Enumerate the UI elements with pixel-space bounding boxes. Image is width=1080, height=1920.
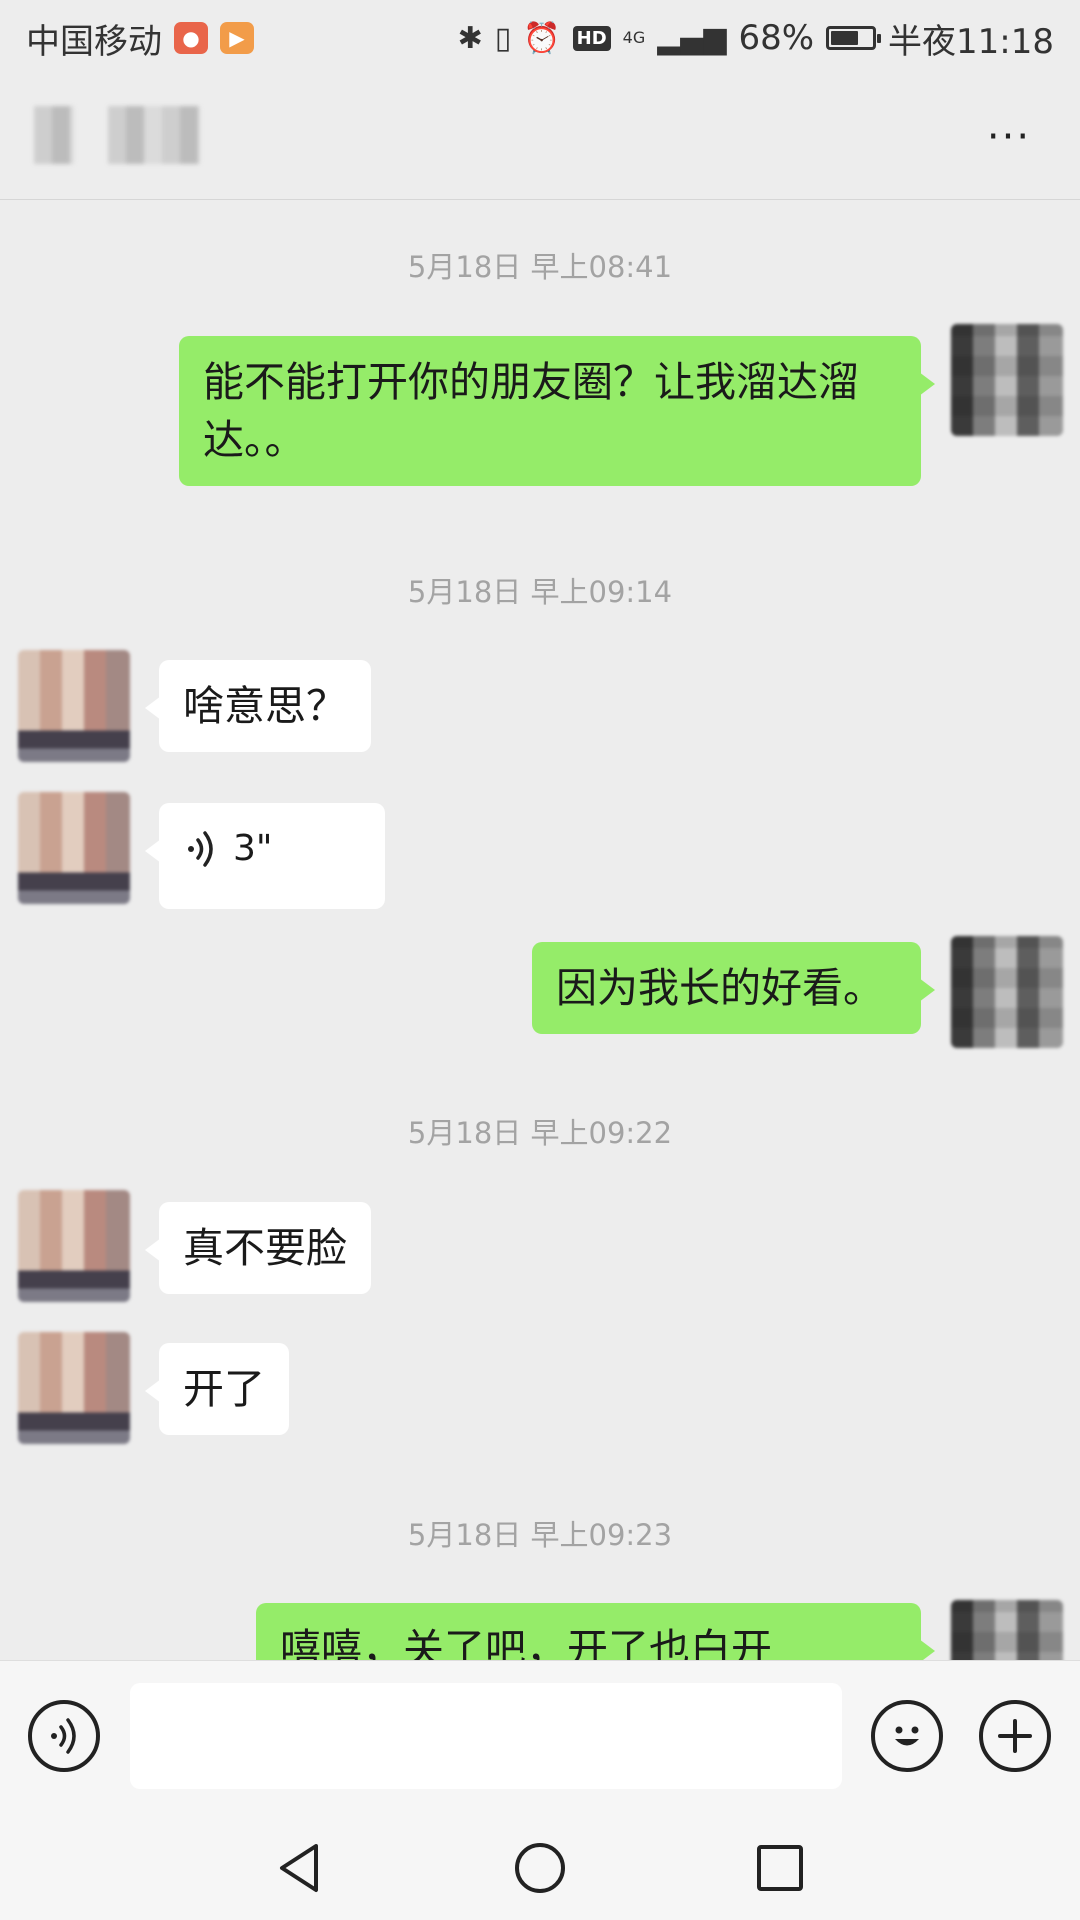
message-text: 啥意思？ [183, 682, 347, 730]
recents-square-icon [757, 1845, 803, 1891]
status-right: ✱ ▯ ⏰ HD 4G ▂▄▆ 68% 半夜11:18 [458, 14, 1054, 63]
message-bubble-sent[interactable]: 嘻嘻，关了吧，开了也白开 [256, 1603, 935, 1660]
status-bar: 中国移动 ● ▶ ✱ ▯ ⏰ HD 4G ▂▄▆ 68% 半夜11:18 [0, 0, 1080, 76]
status-time: 半夜11:18 [888, 21, 1054, 62]
timestamp: 5月18日 早上09:14 [407, 575, 673, 609]
status-left: 中国移动 ● ▶ [26, 14, 254, 63]
voice-message-bubble[interactable]: 3" [145, 803, 385, 909]
contact-avatar[interactable] [18, 792, 130, 904]
emoji-icon [895, 1726, 919, 1746]
contact-avatar[interactable] [18, 1332, 130, 1444]
message-bubble-received[interactable]: 开了 [145, 1343, 289, 1435]
message-text: 嘻嘻，关了吧，开了也白开 [280, 1625, 772, 1660]
back-triangle-icon [280, 1844, 318, 1892]
bluetooth-icon: ✱ [457, 20, 483, 56]
carrier-label: 中国移动 [26, 21, 162, 62]
app-notification-icon: ● [174, 22, 208, 54]
back-nav-button[interactable] [270, 1838, 330, 1898]
home-circle-icon [515, 1843, 565, 1893]
back-button[interactable] [34, 106, 74, 164]
chat-title-bar: ··· [0, 76, 1080, 200]
signal-icon: ▂▄▆ [657, 20, 727, 56]
battery-icon [826, 26, 882, 50]
timestamp: 5月18日 早上09:23 [407, 1518, 673, 1552]
voice-input-button[interactable] [28, 1700, 100, 1772]
message-bubble-sent[interactable]: 能不能打开你的朋友圈？让我溜达溜达。。 [179, 336, 935, 486]
message-text: 因为我长的好看。 [556, 964, 884, 1012]
message-text: 能不能打开你的朋友圈？让我溜达溜达。。 [203, 358, 859, 464]
contact-avatar[interactable] [18, 1190, 130, 1302]
alarm-icon: ⏰ [523, 20, 561, 56]
message-input[interactable] [130, 1683, 842, 1789]
voice-icon [51, 1718, 76, 1754]
voice-wave-icon [188, 831, 213, 867]
home-nav-button[interactable] [510, 1838, 570, 1898]
input-bar [0, 1660, 1080, 1810]
more-options-button[interactable]: ··· [974, 112, 1044, 162]
network-type: 4G [622, 28, 646, 47]
system-navigation-bar [0, 1810, 1080, 1920]
my-avatar[interactable] [951, 1600, 1063, 1660]
contact-avatar[interactable] [18, 650, 130, 762]
voice-duration: 3" [233, 828, 273, 869]
timestamp: 5月18日 早上09:22 [407, 1116, 673, 1150]
message-bubble-sent[interactable]: 因为我长的好看。 [532, 942, 935, 1034]
vibrate-icon: ▯ [494, 20, 512, 56]
message-bubble-received[interactable]: 真不要脸 [145, 1202, 371, 1294]
battery-percent: 68% [738, 18, 815, 58]
timestamp: 5月18日 早上08:41 [407, 250, 673, 284]
voice-message: 3" [183, 820, 361, 878]
more-functions-button[interactable] [979, 1700, 1051, 1772]
contact-name [108, 106, 200, 164]
message-list[interactable]: 5月18日 早上08:41 能不能打开你的朋友圈？让我溜达溜达。。 5月18日 … [0, 200, 1080, 1660]
emoji-button[interactable] [871, 1700, 943, 1772]
my-avatar[interactable] [951, 324, 1063, 436]
message-bubble-received[interactable]: 啥意思？ [145, 660, 371, 752]
message-text: 真不要脸 [183, 1224, 347, 1272]
hd-icon: HD [572, 25, 611, 51]
plus-icon [998, 1719, 1032, 1753]
more-icon: ··· [986, 114, 1032, 160]
recents-nav-button[interactable] [750, 1838, 810, 1898]
message-text: 开了 [183, 1365, 265, 1413]
video-notification-icon: ▶ [220, 22, 254, 54]
my-avatar[interactable] [951, 936, 1063, 1048]
